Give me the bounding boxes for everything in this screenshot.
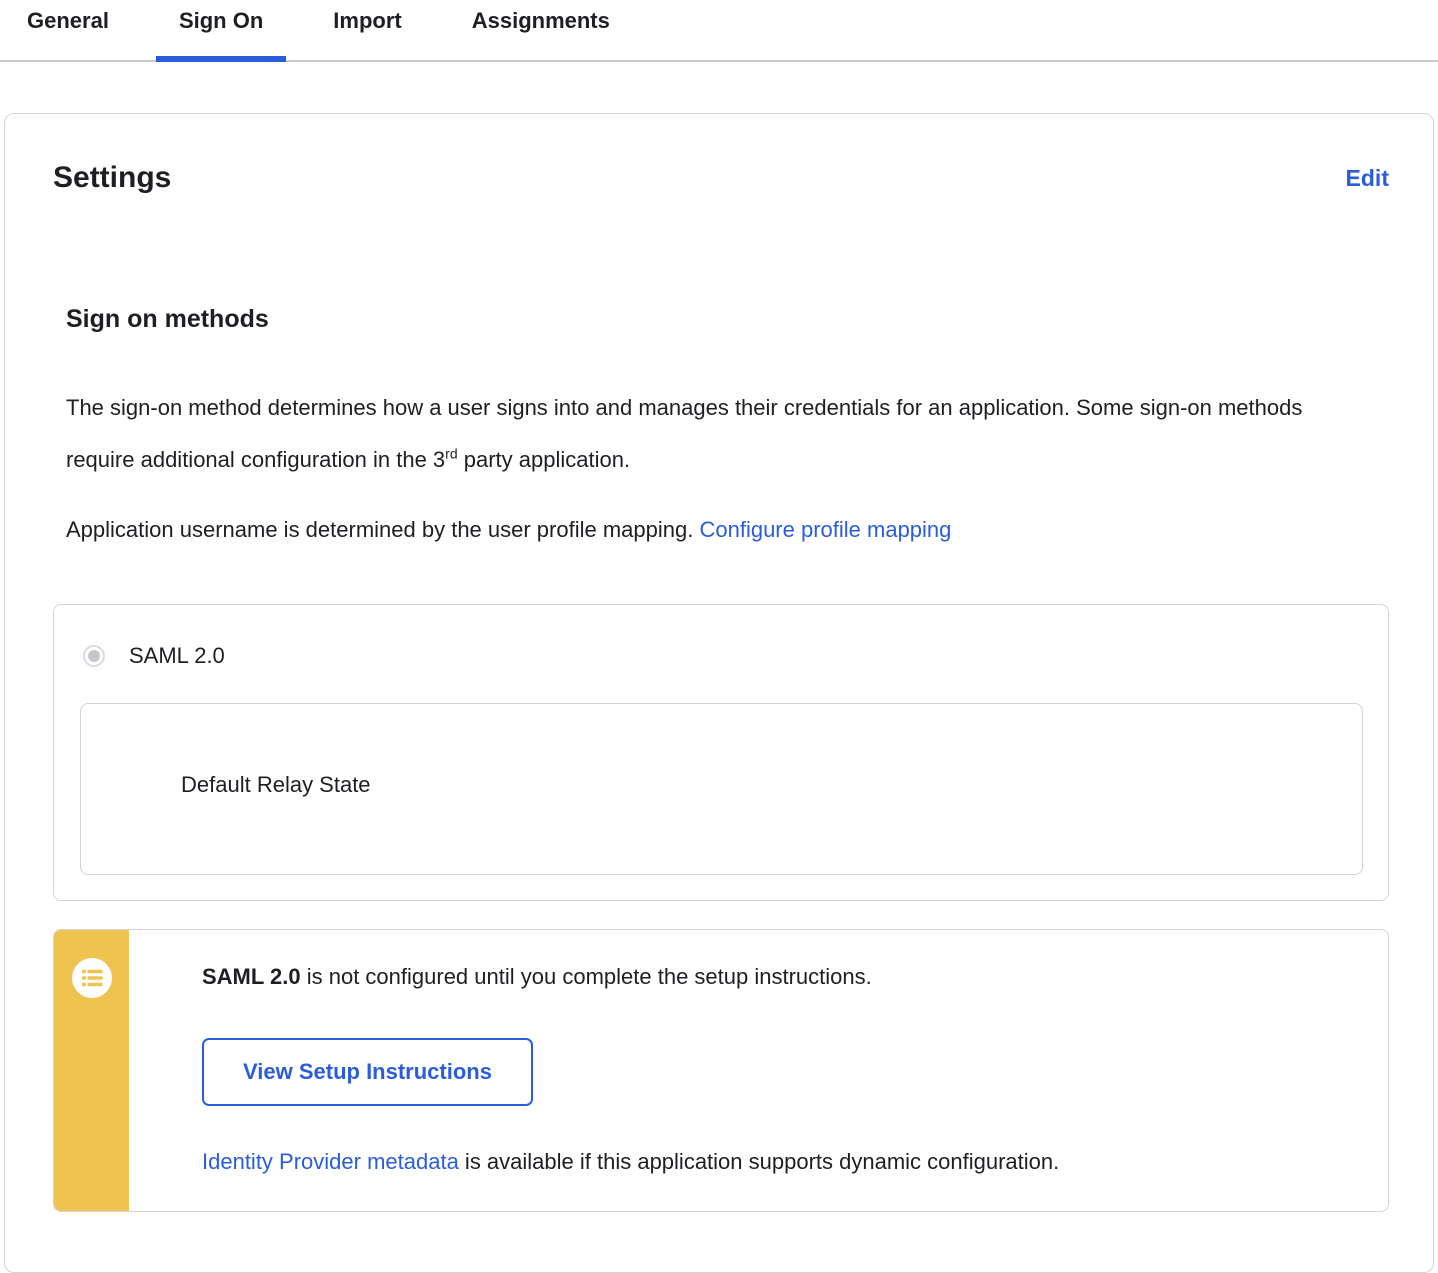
warning-message-text: is not configured until you complete the…: [301, 964, 872, 989]
page-title: Settings: [53, 159, 171, 197]
metadata-line-text: is available if this application support…: [459, 1149, 1059, 1174]
identity-provider-metadata-link[interactable]: Identity Provider metadata: [202, 1149, 459, 1174]
saml-radio-dot: [88, 650, 100, 662]
settings-card-header: Settings Edit: [53, 159, 1389, 197]
warning-message: SAML 2.0 is not configured until you com…: [202, 961, 1348, 993]
warning-content: SAML 2.0 is not configured until you com…: [129, 930, 1388, 1211]
configure-profile-mapping-link[interactable]: Configure profile mapping: [699, 517, 951, 542]
sign-on-description: The sign-on method determines how a user…: [66, 382, 1306, 486]
saml-radio-label: SAML 2.0: [129, 641, 225, 671]
tab-general[interactable]: General: [4, 0, 132, 60]
sign-on-description-superscript: rd: [445, 446, 457, 462]
metadata-line: Identity Provider metadata is available …: [202, 1147, 1348, 1177]
tab-assignments[interactable]: Assignments: [449, 0, 633, 60]
sign-on-methods-heading: Sign on methods: [66, 302, 1389, 336]
sign-on-description-text-2: party application.: [458, 447, 630, 472]
tab-sign-on[interactable]: Sign On: [156, 0, 286, 60]
warning-accent-strip: [54, 930, 129, 1211]
username-mapping-text: Application username is determined by th…: [66, 517, 699, 542]
saml-not-configured-callout: SAML 2.0 is not configured until you com…: [53, 929, 1389, 1212]
saml-method-box: SAML 2.0 Default Relay State: [53, 604, 1389, 901]
default-relay-state-label: Default Relay State: [181, 770, 1362, 800]
list-icon: [72, 958, 112, 998]
username-mapping-line: Application username is determined by th…: [66, 504, 1306, 556]
view-setup-instructions-button[interactable]: View Setup Instructions: [202, 1038, 533, 1106]
saml-radio-button[interactable]: [83, 645, 105, 667]
default-relay-state-box: Default Relay State: [80, 703, 1363, 875]
settings-card: Settings Edit Sign on methods The sign-o…: [4, 113, 1434, 1273]
edit-link[interactable]: Edit: [1346, 165, 1389, 192]
app-tabbar: General Sign On Import Assignments: [0, 0, 1438, 62]
sign-on-description-text-1: The sign-on method determines how a user…: [66, 395, 1302, 472]
warning-message-bold: SAML 2.0: [202, 964, 301, 989]
tab-import[interactable]: Import: [310, 0, 424, 60]
saml-radio-row: SAML 2.0: [54, 605, 1388, 671]
